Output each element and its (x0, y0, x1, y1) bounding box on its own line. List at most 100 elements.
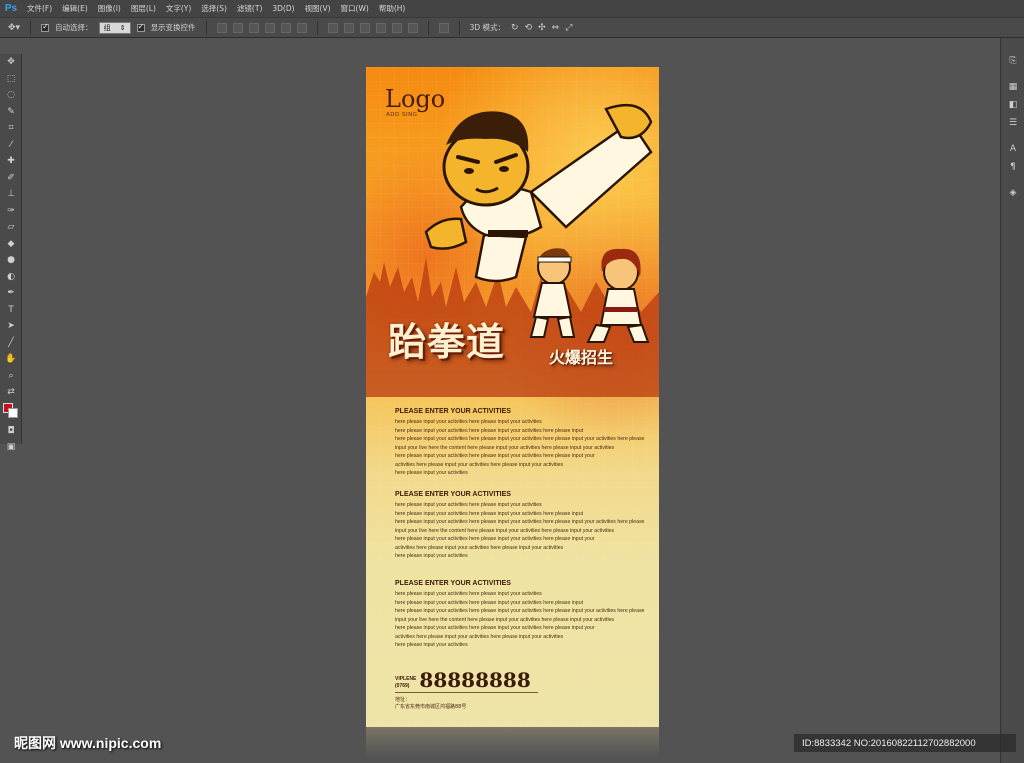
auto-select-dropdown[interactable]: 组 ⇕ (98, 21, 131, 34)
screen-mode-icon[interactable]: ▣ (0, 439, 22, 456)
clone-stamp-icon[interactable]: ⊥ (0, 186, 22, 203)
healing-brush-icon[interactable]: ✚ (0, 153, 22, 170)
character-panel-icon[interactable]: A (1001, 140, 1024, 158)
lasso-tool-icon[interactable]: ◌ (0, 87, 22, 104)
history-brush-icon[interactable]: ✑ (0, 203, 22, 220)
color-swatches[interactable] (0, 401, 22, 423)
path-select-icon[interactable]: ➤ (0, 318, 22, 335)
quick-select-tool-icon[interactable]: ✎ (0, 104, 22, 121)
auto-select-label: 自动选择： (55, 23, 93, 32)
contact-divider (395, 692, 538, 693)
background-color[interactable] (8, 407, 18, 418)
activity-section-1: PLEASE ENTER YOUR ACTIVITIES here please… (395, 408, 645, 478)
activity-section-3: PLEASE ENTER YOUR ACTIVITIES here please… (395, 580, 644, 650)
section-line: here please input your activities here p… (395, 502, 542, 508)
poster-logo-subtitle: ADD SING (386, 112, 418, 118)
eyedropper-tool-icon[interactable]: ⁄ (0, 137, 22, 154)
section-title: PLEASE ENTER YOUR ACTIVITIES (395, 408, 511, 415)
section-line: activities here please input your activi… (395, 461, 564, 468)
align-bottom-button[interactable] (248, 22, 259, 33)
3d-rotate-icon[interactable]: ↻ (511, 23, 519, 33)
align-right-button[interactable] (296, 22, 307, 33)
section-line: here please input your activities here p… (395, 591, 542, 597)
photoshop-logo: Ps (4, 3, 18, 14)
menu-layer[interactable]: 图层(L) (126, 3, 161, 14)
show-transform-checkbox[interactable] (136, 22, 145, 32)
3d-roll-icon[interactable]: ⟲ (525, 23, 533, 33)
blur-tool-icon[interactable]: ● (0, 252, 22, 269)
align-left-button[interactable] (264, 22, 275, 33)
divider (427, 20, 429, 35)
pen-tool-icon[interactable]: ✒ (0, 285, 22, 302)
history-panel-icon[interactable]: ⎘ (1001, 52, 1024, 70)
section-line: here please input your activities here p… (395, 536, 595, 542)
distribute-top-button[interactable] (327, 22, 338, 33)
brush-tool-icon[interactable]: ✐ (0, 170, 22, 187)
3d-panel-icon[interactable]: ◈ (1001, 184, 1024, 202)
menu-type[interactable]: 文字(Y) (161, 3, 196, 14)
menu-help[interactable]: 帮助(H) (374, 3, 411, 14)
crop-tool-icon[interactable]: ⌗ (0, 120, 22, 137)
align-hcenter-button[interactable] (280, 22, 291, 33)
properties-panel-icon[interactable]: ☰ (1001, 114, 1024, 132)
3d-pan-icon[interactable]: ✣ (538, 23, 546, 33)
auto-select-checkbox[interactable] (41, 22, 50, 32)
3d-scale-icon[interactable]: ⤢ (565, 23, 572, 33)
distribute-bottom-button[interactable] (359, 22, 370, 33)
contact-label-areacode: (0769) (395, 683, 410, 689)
contact-block: VIPLENE (0769) 88888888 (395, 670, 531, 690)
options-bar: ✥▾ 自动选择： 组⇕ 显示变换控件 3D 模式： ↻ ⟲ ✣ ⇔ ⤢ (0, 17, 1024, 38)
hand-tool-icon[interactable]: ✋ (0, 351, 22, 368)
menu-filter[interactable]: 滤镜(T) (232, 3, 267, 14)
type-tool-icon[interactable]: T (0, 302, 22, 319)
tools-panel: ✥ ⬚ ◌ ✎ ⌗ ⁄ ✚ ✐ ⊥ ✑ ▱ ◆ ● ◐ ✒ T ➤ ╱ ✋ ⌕ … (0, 54, 22, 452)
section-line: input your live here the content here pl… (395, 444, 615, 451)
swap-colors-icon[interactable]: ⇄ (0, 384, 22, 401)
chevron-down-icon: ⇕ (119, 23, 126, 32)
divider (458, 20, 460, 35)
align-vcenter-button[interactable] (232, 22, 243, 33)
section-line: input your live here the content here pl… (395, 527, 615, 534)
watermark-id: ID:8833342 NO:20160822112702882000 (794, 734, 1016, 752)
section-line: here please input your activities here p… (395, 599, 584, 606)
contact-labels: VIPLENE (0769) (395, 676, 416, 690)
color-panel-icon[interactable]: ▦ (1001, 78, 1024, 96)
dodge-tool-icon[interactable]: ◐ (0, 269, 22, 286)
section-title: PLEASE ENTER YOUR ACTIVITIES (395, 580, 511, 587)
document-canvas[interactable]: Logo ADD SING 跆拳道 火爆招生 PLEASE ENTER YOUR… (366, 67, 659, 727)
move-tool-icon[interactable]: ✥▾ (8, 23, 20, 33)
paint-bucket-icon[interactable]: ◆ (0, 236, 22, 253)
auto-align-button[interactable] (438, 22, 449, 33)
section-line: here please input your activities here p… (395, 436, 645, 442)
quick-mask-icon[interactable]: ◘ (0, 423, 22, 440)
section-line: here please input your activities here p… (395, 510, 584, 517)
zoom-tool-icon[interactable]: ⌕ (0, 368, 22, 385)
menu-select[interactable]: 选择(S) (196, 3, 232, 14)
eraser-tool-icon[interactable]: ▱ (0, 219, 22, 236)
section-line: input your live here the content here pl… (395, 616, 615, 623)
paragraph-panel-icon[interactable]: ¶ (1001, 158, 1024, 176)
line-tool-icon[interactable]: ╱ (0, 335, 22, 352)
section-line: activities here please input your activi… (395, 544, 564, 551)
distribute-hcenter-button[interactable] (391, 22, 402, 33)
menu-edit[interactable]: 编辑(E) (57, 3, 93, 14)
marquee-tool-icon[interactable]: ⬚ (0, 71, 22, 88)
menu-file[interactable]: 文件(F) (22, 3, 57, 14)
menu-3d[interactable]: 3D(D) (267, 4, 299, 13)
3d-slide-icon[interactable]: ⇔ (552, 23, 560, 33)
move-tool-icon[interactable]: ✥ (0, 54, 22, 71)
menu-window[interactable]: 窗口(W) (336, 3, 374, 14)
section-title: PLEASE ENTER YOUR ACTIVITIES (395, 491, 511, 498)
distribute-left-button[interactable] (375, 22, 386, 33)
align-top-button[interactable] (216, 22, 227, 33)
panel-dock: ⎘ ▦ ◧ ☰ A ¶ ◈ (1000, 38, 1024, 763)
distribute-vcenter-button[interactable] (343, 22, 354, 33)
section-line: here please input your activities (395, 470, 468, 476)
distribute-right-button[interactable] (407, 22, 418, 33)
activity-section-2: PLEASE ENTER YOUR ACTIVITIES here please… (395, 491, 644, 561)
poster-title: 跆拳道 (388, 320, 506, 364)
menu-image[interactable]: 图像(I) (93, 3, 126, 14)
contact-label-brand: VIPLENE (395, 676, 417, 682)
adjustments-panel-icon[interactable]: ◧ (1001, 96, 1024, 114)
menu-view[interactable]: 视图(V) (300, 3, 336, 14)
